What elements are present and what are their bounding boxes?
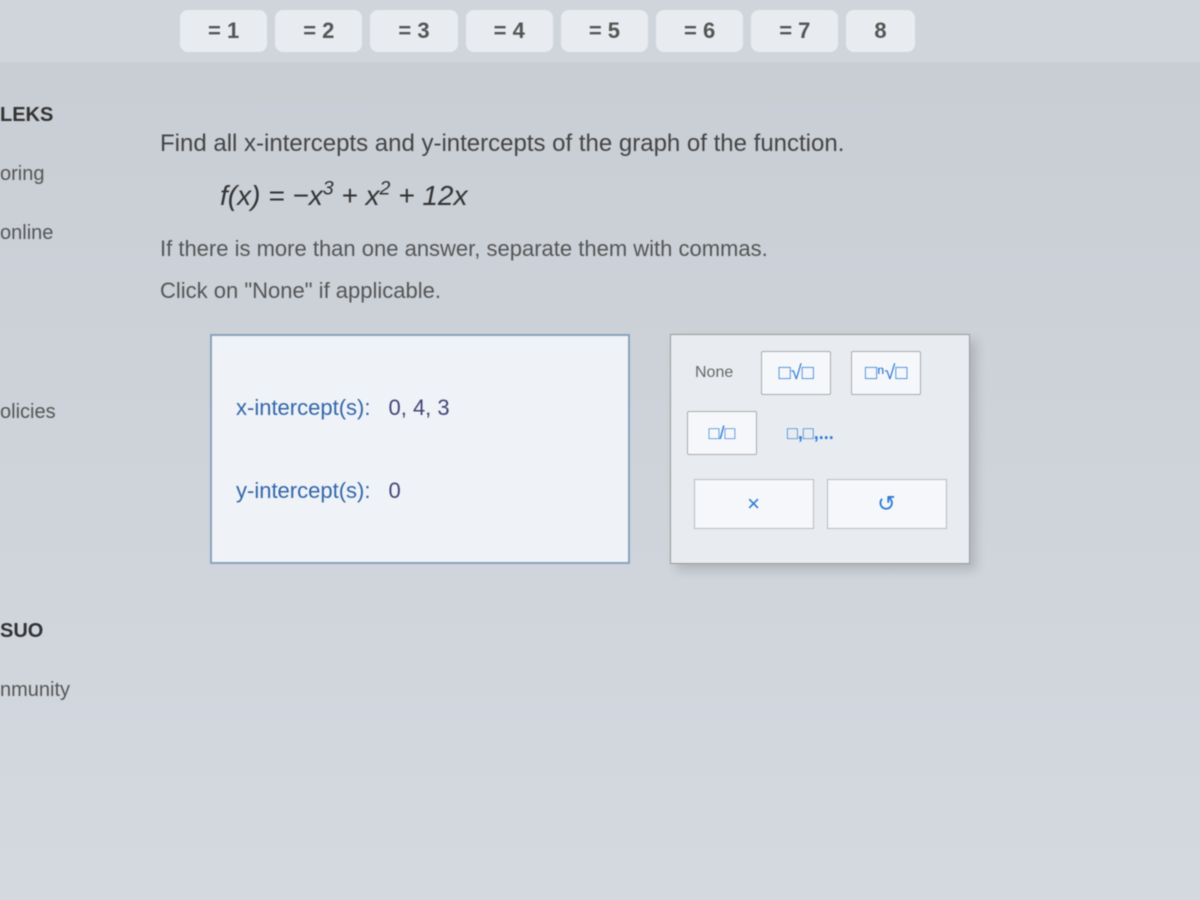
sidebar-item-online[interactable]: online <box>0 218 120 249</box>
x-intercept-row: x-intercept(s): 0, 4, 3 <box>236 395 604 421</box>
nth-root-button[interactable]: □ⁿ√□ <box>851 351 921 395</box>
tab-3[interactable]: = 3 <box>370 10 457 52</box>
tab-7[interactable]: = 7 <box>751 10 838 52</box>
none-button[interactable]: None <box>687 351 741 395</box>
sidebar-item-aleks[interactable]: LEKS <box>0 100 120 131</box>
reset-button[interactable]: ↺ <box>827 479 947 529</box>
tab-2[interactable]: = 2 <box>275 10 362 52</box>
sidebar-item-oring[interactable]: oring <box>0 159 120 190</box>
y-intercept-label: y-intercept(s): <box>236 478 370 504</box>
tab-8[interactable]: 8 <box>846 10 914 52</box>
math-toolbox: None □√□ □ⁿ√□ □/□ □,□,... × ↺ <box>670 334 970 564</box>
sidebar-item-community[interactable]: nmunity <box>0 675 120 706</box>
answer-box: x-intercept(s): 0, 4, 3 y-intercept(s): … <box>210 334 630 564</box>
tab-5[interactable]: = 5 <box>561 10 648 52</box>
x-intercept-label: x-intercept(s): <box>236 395 370 421</box>
clear-button[interactable]: × <box>694 479 814 529</box>
question-tabs: = 1 = 2 = 3 = 4 = 5 = 6 = 7 8 <box>0 0 1200 62</box>
list-button[interactable]: □,□,... <box>777 411 844 455</box>
question-instruction-2: Click on "None" if applicable. <box>160 278 1160 304</box>
sidebar-item-policies[interactable]: olicies <box>0 397 120 428</box>
sidebar-nav: LEKS oring online olicies SUO nmunity <box>0 100 120 706</box>
tab-1[interactable]: = 1 <box>180 10 267 52</box>
tab-6[interactable]: = 6 <box>656 10 743 52</box>
y-intercept-value[interactable]: 0 <box>388 478 400 504</box>
question-instruction-1: If there is more than one answer, separa… <box>160 236 1160 262</box>
sidebar-item-suo[interactable]: SUO <box>0 616 120 647</box>
x-intercept-value[interactable]: 0, 4, 3 <box>388 395 449 421</box>
fraction-button[interactable]: □/□ <box>687 411 757 455</box>
y-intercept-row: y-intercept(s): 0 <box>236 478 604 504</box>
work-area: x-intercept(s): 0, 4, 3 y-intercept(s): … <box>210 334 1160 564</box>
sqrt-button[interactable]: □√□ <box>761 351 831 395</box>
tab-4[interactable]: = 4 <box>466 10 553 52</box>
question-formula: f(x) = −x3 + x2 + 12x <box>220 178 1160 212</box>
question-prompt: Find all x-intercepts and y-intercepts o… <box>160 130 1160 158</box>
question-content: Find all x-intercepts and y-intercepts o… <box>160 130 1160 564</box>
